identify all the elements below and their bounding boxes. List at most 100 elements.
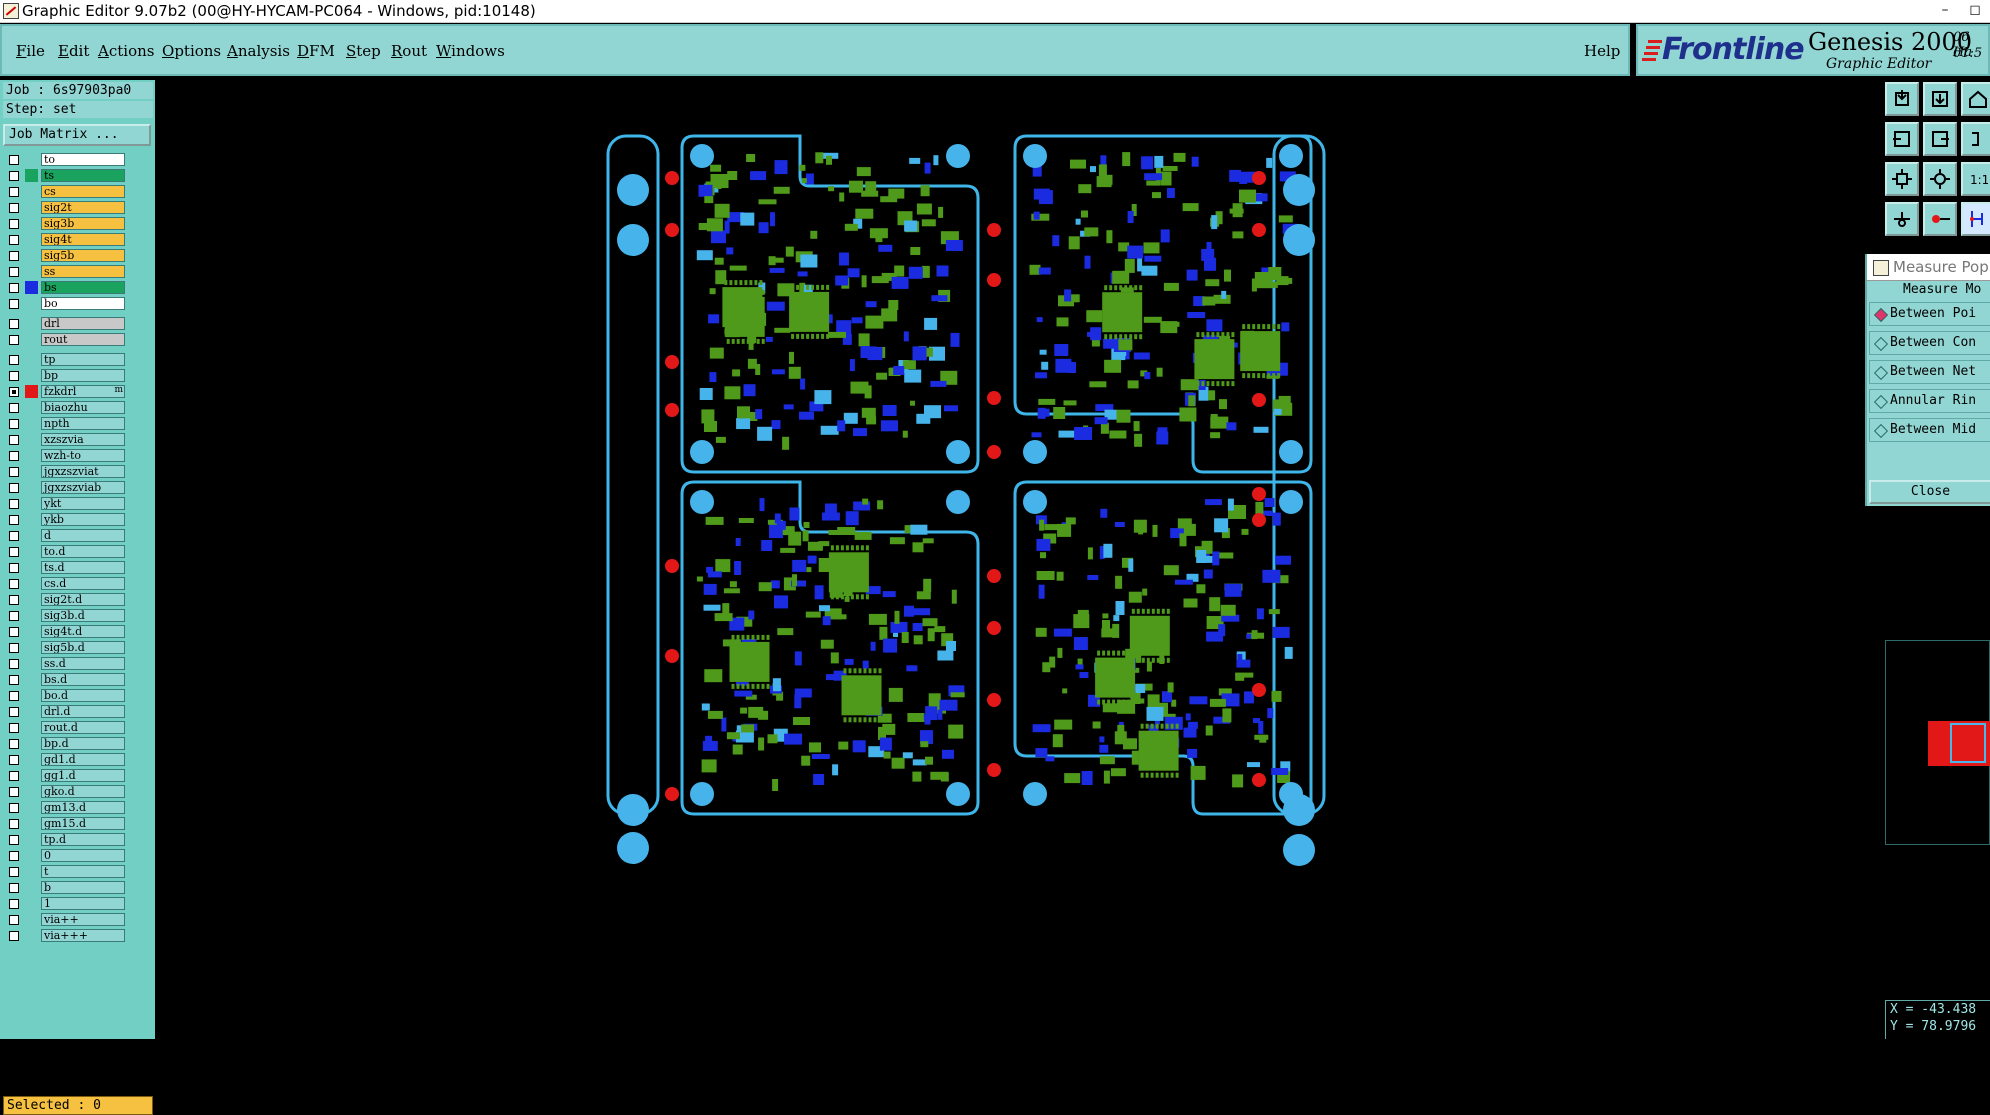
layer-name[interactable]: gd1.d [41, 753, 125, 766]
layer-checkbox[interactable] [9, 467, 19, 477]
layer-color-swatch[interactable] [25, 897, 38, 910]
layer-name[interactable]: gko.d [41, 785, 125, 798]
zoom-back-icon[interactable] [1923, 122, 1957, 156]
layer-name[interactable]: jgxzszviab [41, 481, 125, 494]
layer-checkbox[interactable] [9, 819, 19, 829]
layer-checkbox[interactable] [9, 267, 19, 277]
layer-name[interactable]: tp [41, 353, 125, 366]
layer-name[interactable]: 1 [41, 897, 125, 910]
layer-color-swatch[interactable] [25, 433, 38, 446]
ratio-icon[interactable]: 1:1 [1961, 162, 1990, 196]
layer-color-swatch[interactable] [25, 609, 38, 622]
layer-row-npth[interactable]: npth [3, 416, 127, 431]
layer-row-ts.d[interactable]: ts.d [3, 560, 127, 575]
layer-name[interactable]: via+++ [41, 929, 125, 942]
layer-color-swatch[interactable] [25, 217, 38, 230]
layer-color-swatch[interactable] [25, 593, 38, 606]
layer-row-sig2t.d[interactable]: sig2t.d [3, 592, 127, 607]
layer-checkbox[interactable] [9, 643, 19, 653]
layer-checkbox[interactable] [9, 403, 19, 413]
layer-checkbox[interactable] [9, 787, 19, 797]
layer-name[interactable]: sig3b.d [41, 609, 125, 622]
layer-row-to[interactable]: to [3, 152, 127, 167]
layer-row-sig3b.d[interactable]: sig3b.d [3, 608, 127, 623]
layer-checkbox[interactable] [9, 499, 19, 509]
menu-windows[interactable]: Windows [436, 42, 505, 60]
layer-color-swatch[interactable] [25, 625, 38, 638]
layer-checkbox[interactable] [9, 251, 19, 261]
layer-row-via+++[interactable]: via+++ [3, 928, 127, 943]
layer-checkbox[interactable] [9, 355, 19, 365]
layer-color-swatch[interactable] [25, 497, 38, 510]
layer-color-swatch[interactable] [25, 169, 38, 182]
layer-row-fzkdrl[interactable]: fzkdrl m [3, 384, 127, 399]
layer-name[interactable]: bs.d [41, 673, 125, 686]
layer-name[interactable]: xzszvia [41, 433, 125, 446]
layer-checkbox[interactable] [9, 155, 19, 165]
measure-option-midpoints[interactable]: Between Mid [1869, 418, 1990, 442]
layer-color-swatch[interactable] [25, 333, 38, 346]
open-icon[interactable] [1885, 82, 1919, 116]
menu-edit[interactable]: Edit [58, 42, 89, 60]
layer-color-swatch[interactable] [25, 481, 38, 494]
layer-row-gko.d[interactable]: gko.d [3, 784, 127, 799]
layer-checkbox[interactable] [9, 235, 19, 245]
layer-name[interactable]: cs [41, 185, 125, 198]
layer-color-swatch[interactable] [25, 833, 38, 846]
layer-color-swatch[interactable] [25, 753, 38, 766]
layer-row-gm15.d[interactable]: gm15.d [3, 816, 127, 831]
layer-color-swatch[interactable] [25, 849, 38, 862]
layer-name[interactable]: bo.d [41, 689, 125, 702]
layer-color-swatch[interactable] [25, 401, 38, 414]
layer-name[interactable]: ts [41, 169, 125, 182]
layer-row-bp[interactable]: bp [3, 368, 127, 383]
layer-color-swatch[interactable] [25, 281, 38, 294]
layer-name[interactable]: to [41, 153, 125, 166]
layer-checkbox[interactable] [9, 931, 19, 941]
layer-color-swatch[interactable] [25, 529, 38, 542]
layer-color-swatch[interactable] [25, 641, 38, 654]
menu-step[interactable]: Step [346, 42, 381, 60]
layer-checkbox[interactable] [9, 659, 19, 669]
layer-checkbox[interactable] [9, 867, 19, 877]
layer-color-swatch[interactable] [25, 561, 38, 574]
layer-color-swatch[interactable] [25, 297, 38, 310]
layer-checkbox[interactable] [9, 851, 19, 861]
layer-checkbox[interactable] [9, 755, 19, 765]
layer-checkbox[interactable] [9, 579, 19, 589]
layer-row-to.d[interactable]: to.d [3, 544, 127, 559]
layer-row-1[interactable]: 1 [3, 896, 127, 911]
layer-checkbox[interactable] [9, 531, 19, 541]
layer-name[interactable]: bp [41, 369, 125, 382]
layer-color-swatch[interactable] [25, 673, 38, 686]
layer-name[interactable]: sig2t [41, 201, 125, 214]
layer-row-ss.d[interactable]: ss.d [3, 656, 127, 671]
layer-checkbox[interactable] [9, 319, 19, 329]
layer-color-swatch[interactable] [25, 265, 38, 278]
layer-color-swatch[interactable] [25, 449, 38, 462]
layer-color-swatch[interactable] [25, 545, 38, 558]
layer-row-drl.d[interactable]: drl.d [3, 704, 127, 719]
redraw-icon[interactable] [1961, 122, 1990, 156]
layer-checkbox[interactable] [9, 707, 19, 717]
zoom-home-icon[interactable] [1885, 122, 1919, 156]
menu-rout[interactable]: Rout [391, 42, 427, 60]
layer-checkbox[interactable] [9, 171, 19, 181]
measure-option-points[interactable]: Between Poi [1869, 302, 1990, 326]
layer-checkbox[interactable] [9, 899, 19, 909]
measure-icon[interactable] [1923, 202, 1957, 236]
layer-color-swatch[interactable] [25, 465, 38, 478]
snap-icon[interactable] [1885, 202, 1919, 236]
layer-checkbox[interactable] [9, 187, 19, 197]
layer-checkbox[interactable] [9, 547, 19, 557]
layer-color-swatch[interactable] [25, 577, 38, 590]
layer-checkbox[interactable] [9, 335, 19, 345]
layer-color-swatch[interactable] [25, 249, 38, 262]
layer-checkbox[interactable] [9, 835, 19, 845]
layer-name[interactable]: 0 [41, 849, 125, 862]
layer-checkbox[interactable] [9, 739, 19, 749]
home-icon[interactable] [1961, 82, 1990, 116]
layer-checkbox[interactable] [9, 387, 19, 397]
layer-color-swatch[interactable] [25, 317, 38, 330]
layer-name[interactable]: ykb [41, 513, 125, 526]
